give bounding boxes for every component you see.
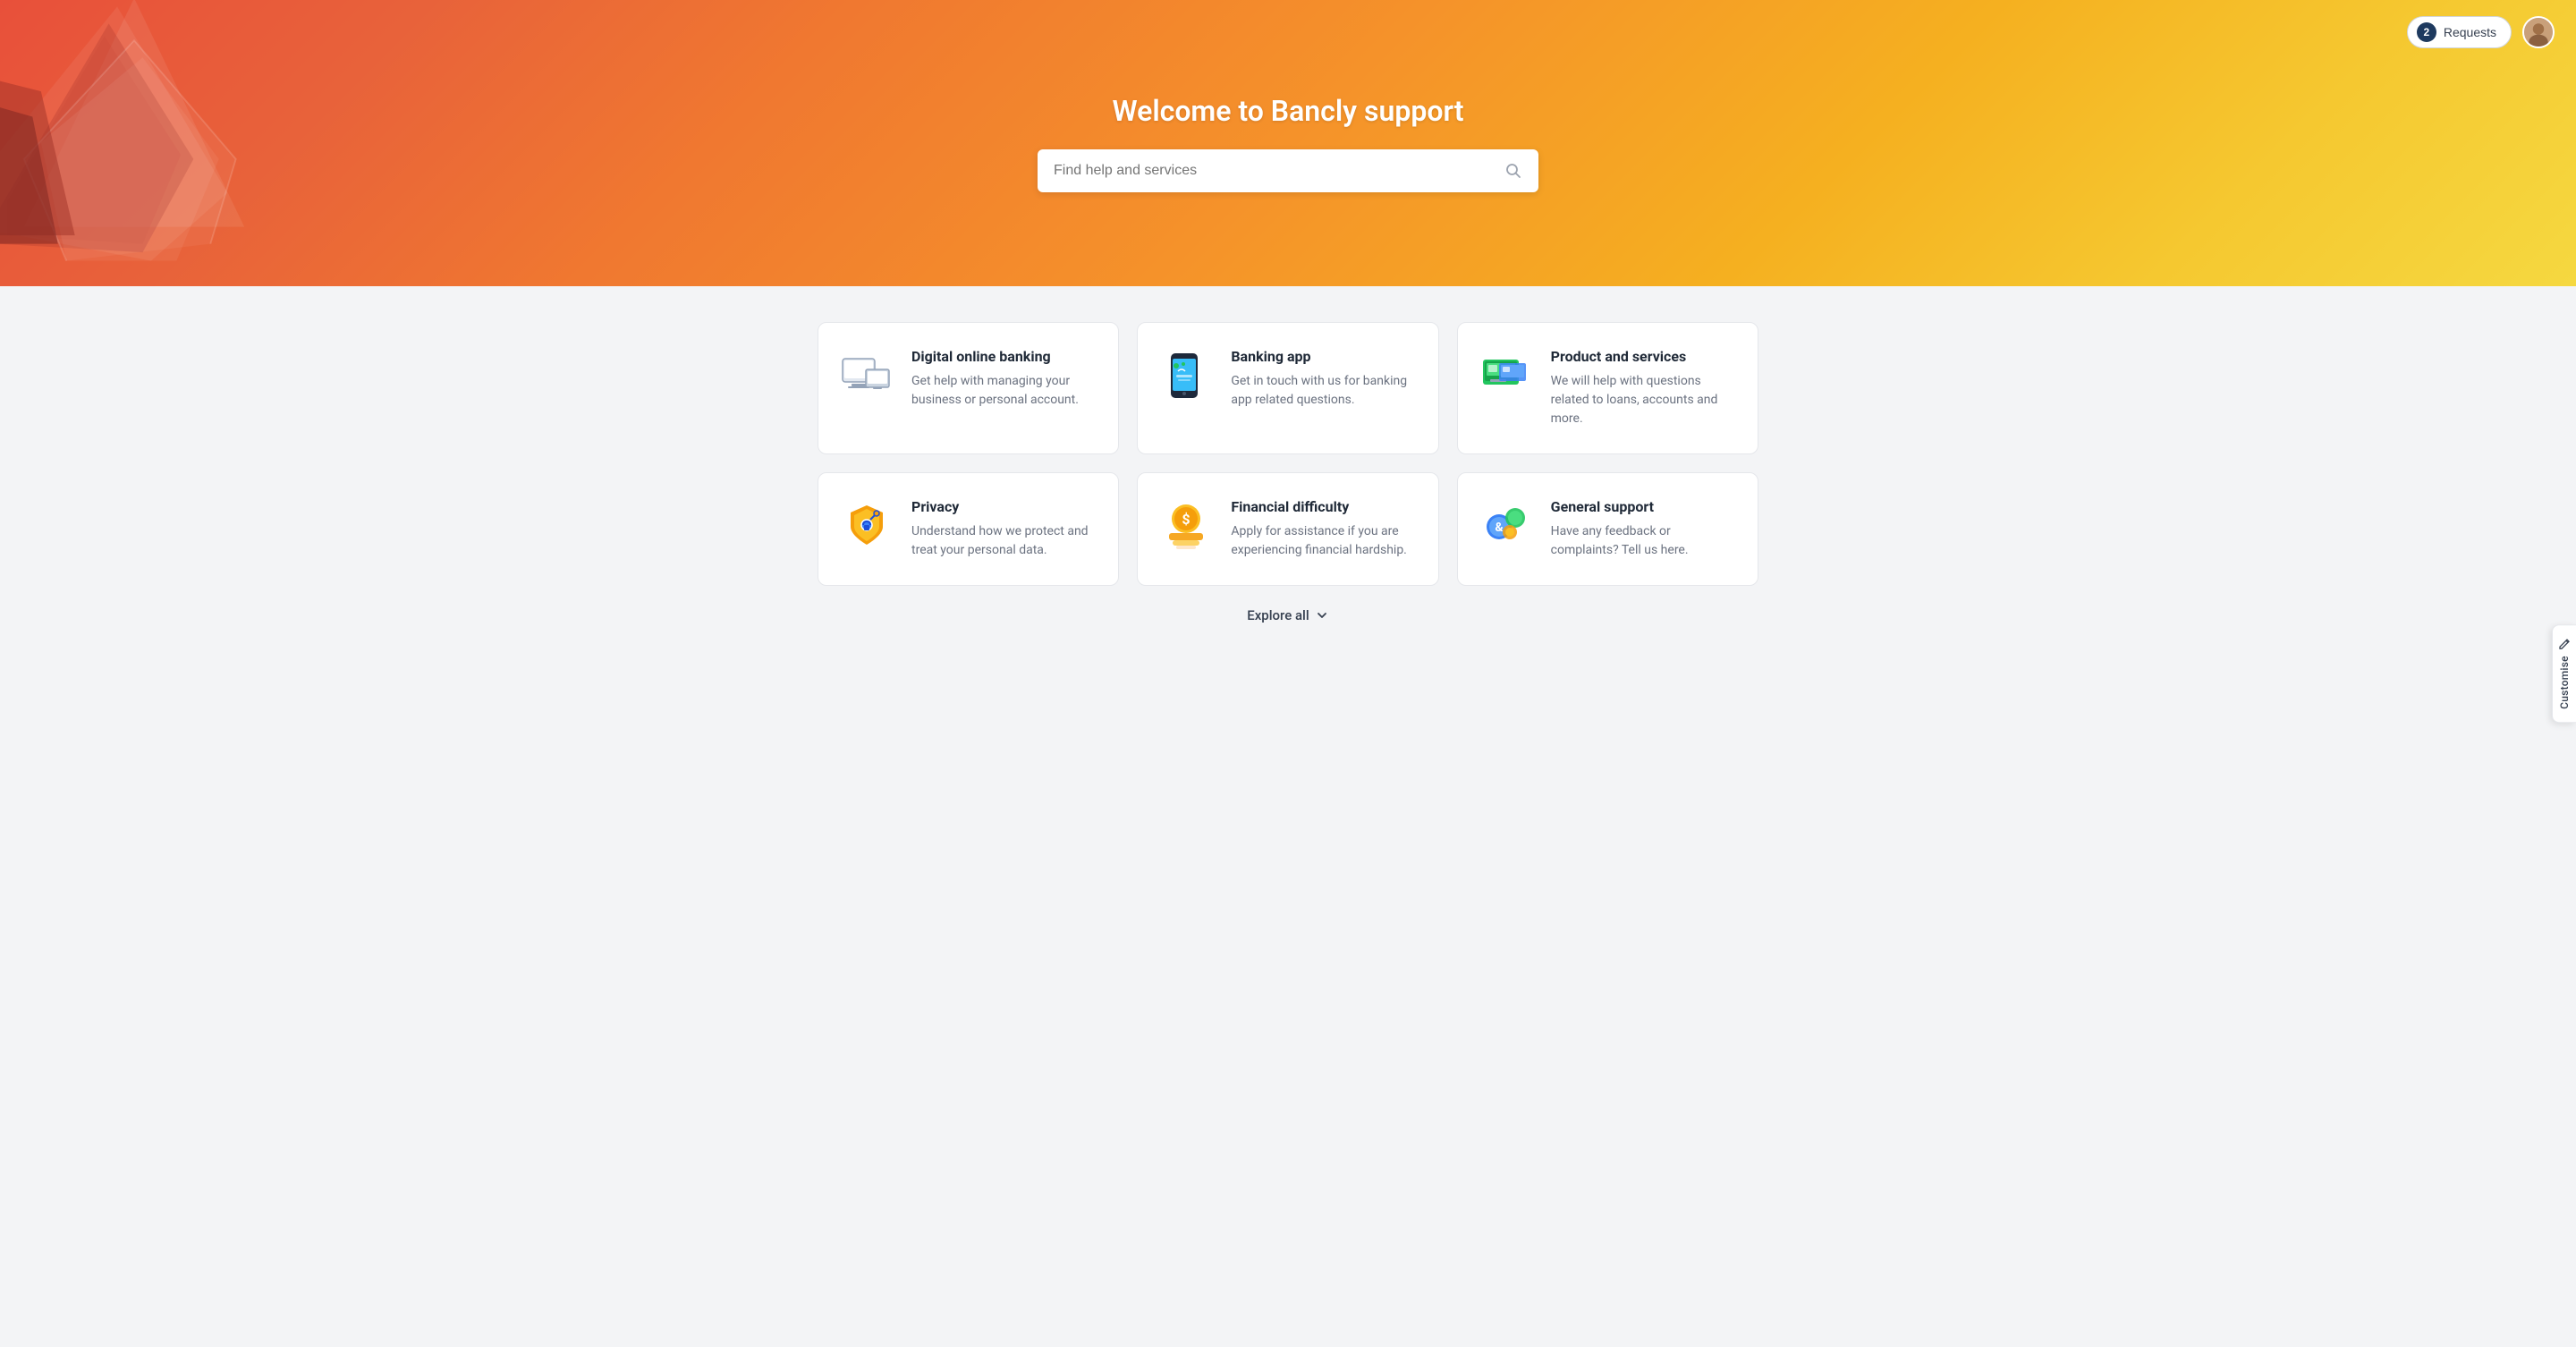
card-desc-digital-banking: Get help with managing your business or …	[911, 372, 1097, 410]
card-product-services[interactable]: Product and services We will help with q…	[1457, 322, 1758, 454]
search-icon	[1504, 162, 1522, 180]
explore-all-label: Explore all	[1247, 607, 1309, 623]
card-desc-banking-app: Get in touch with us for banking app rel…	[1231, 372, 1416, 410]
customise-tab[interactable]: Customise	[2552, 624, 2576, 723]
svg-text:&: &	[1495, 521, 1504, 535]
card-title-general-support: General support	[1551, 498, 1736, 515]
card-icon-privacy	[840, 498, 894, 552]
card-financial-difficulty[interactable]: $ Financial difficulty Apply for assista…	[1137, 472, 1438, 586]
navbar: 2 Requests	[2407, 16, 2555, 48]
card-digital-banking[interactable]: Digital online banking Get help with man…	[818, 322, 1119, 454]
card-icon-banking-app	[1159, 348, 1213, 402]
pencil-icon	[2558, 638, 2571, 650]
card-title-banking-app: Banking app	[1231, 348, 1416, 365]
card-desc-financial-difficulty: Apply for assistance if you are experien…	[1231, 522, 1416, 560]
card-title-privacy: Privacy	[911, 498, 1097, 515]
search-input[interactable]	[1054, 163, 1504, 179]
card-icon-financial-difficulty: $	[1159, 498, 1213, 552]
card-icon-general-support: &	[1479, 498, 1533, 552]
card-text-digital-banking: Digital online banking Get help with man…	[911, 348, 1097, 410]
card-icon-product-services	[1479, 348, 1533, 402]
card-banking-app[interactable]: Banking app Get in touch with us for ban…	[1137, 322, 1438, 454]
hero-title: Welcome to Bancly support	[1112, 94, 1463, 128]
card-desc-general-support: Have any feedback or complaints? Tell us…	[1551, 522, 1736, 560]
avatar-image	[2524, 16, 2553, 48]
hero-section: 2 Requests Welcome to Bancly support	[0, 0, 2576, 286]
search-bar	[1038, 149, 1538, 192]
requests-button[interactable]: 2 Requests	[2407, 16, 2512, 48]
card-text-privacy: Privacy Understand how we protect and tr…	[911, 498, 1097, 560]
card-title-digital-banking: Digital online banking	[911, 348, 1097, 365]
card-text-banking-app: Banking app Get in touch with us for ban…	[1231, 348, 1416, 410]
card-text-product-services: Product and services We will help with q…	[1551, 348, 1736, 428]
card-general-support[interactable]: & General support Have any feedback or c…	[1457, 472, 1758, 586]
card-text-financial-difficulty: Financial difficulty Apply for assistanc…	[1231, 498, 1416, 560]
chevron-down-icon	[1315, 608, 1329, 623]
cards-grid: Digital online banking Get help with man…	[818, 322, 1758, 586]
card-title-financial-difficulty: Financial difficulty	[1231, 498, 1416, 515]
hero-decoration	[0, 0, 295, 268]
card-icon-digital-banking	[840, 348, 894, 402]
svg-text:$: $	[1182, 511, 1191, 528]
requests-badge: 2	[2417, 22, 2436, 42]
card-privacy[interactable]: Privacy Understand how we protect and tr…	[818, 472, 1119, 586]
card-desc-product-services: We will help with questions related to l…	[1551, 372, 1736, 428]
card-title-product-services: Product and services	[1551, 348, 1736, 365]
card-text-general-support: General support Have any feedback or com…	[1551, 498, 1736, 560]
explore-all-button[interactable]: Explore all	[818, 607, 1758, 623]
customise-label: Customise	[2558, 656, 2571, 709]
avatar[interactable]	[2522, 16, 2555, 48]
hero-content: Welcome to Bancly support	[948, 94, 1628, 192]
card-desc-privacy: Understand how we protect and treat your…	[911, 522, 1097, 560]
main-content: Digital online banking Get help with man…	[796, 322, 1780, 623]
requests-label: Requests	[2444, 25, 2496, 39]
